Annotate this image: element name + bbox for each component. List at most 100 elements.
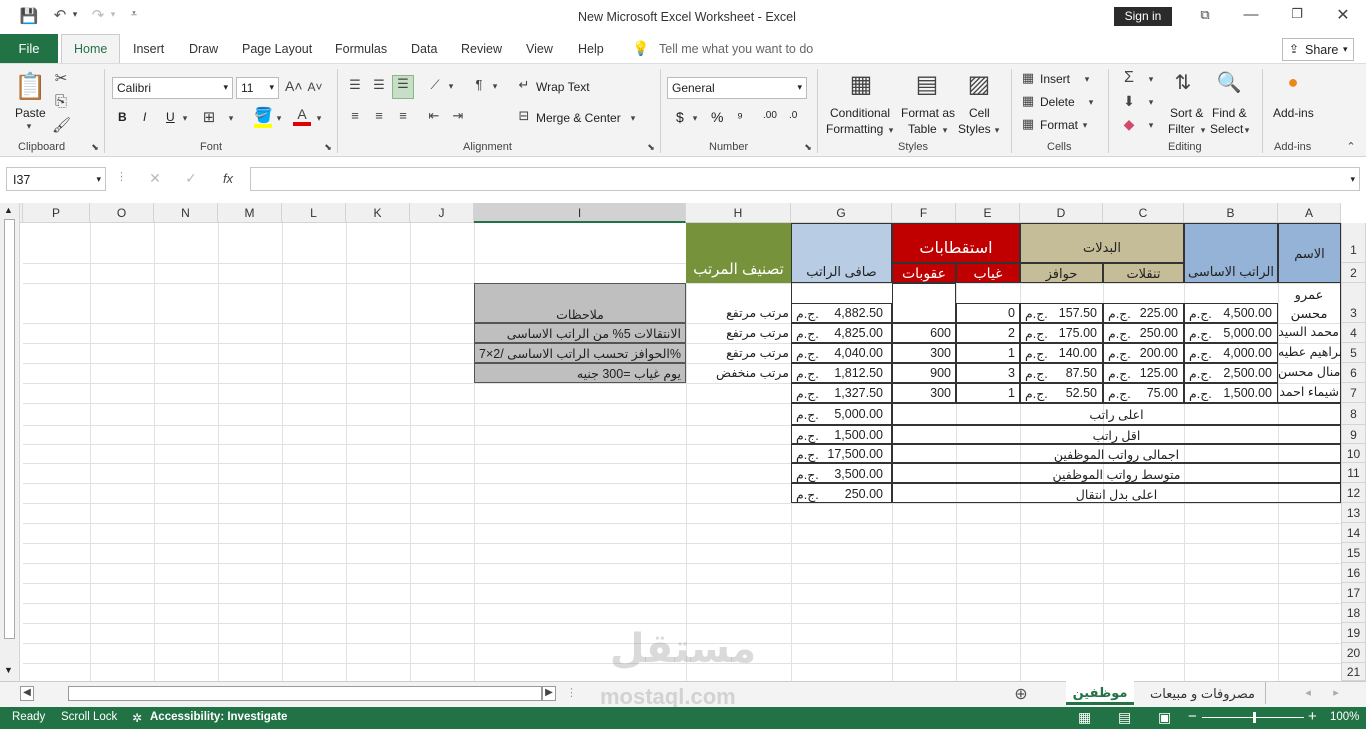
chevron-down-icon[interactable]: ▾ <box>1146 97 1156 108</box>
enter-icon[interactable]: ✓ <box>182 170 200 187</box>
dialog-launcher-icon[interactable]: ⬊ <box>90 142 100 153</box>
undo-icon[interactable]: ↶ <box>50 6 70 24</box>
employee-class[interactable]: مرتب مرتفع <box>686 345 789 360</box>
chevron-down-icon[interactable]: ▾ <box>24 121 34 132</box>
page-break-view-icon[interactable]: ▣ <box>1158 709 1171 726</box>
employee-penalty[interactable]: 600 <box>892 323 956 343</box>
tell-me-search[interactable]: Tell me what you want to do <box>659 42 813 56</box>
find-select-label-2[interactable]: Select <box>1210 122 1243 136</box>
tab-draw[interactable]: Draw <box>189 42 218 56</box>
font-color-icon[interactable]: A <box>293 106 311 126</box>
summary-value[interactable]: ج.م. 3,500.00 <box>791 463 892 483</box>
column-header-j[interactable]: J <box>410 203 474 223</box>
header-absence[interactable]: غياب <box>956 263 1020 283</box>
employee-transport[interactable]: ج.م. 75.00 <box>1103 383 1184 403</box>
row-header-19[interactable]: 19 <box>1341 623 1366 643</box>
find-select-button[interactable]: Find & <box>1212 106 1247 120</box>
collapse-ribbon-icon[interactable]: ⌃ <box>1344 140 1358 153</box>
employee-penalty[interactable]: 300 <box>892 343 956 363</box>
employee-net[interactable]: ج.م. 1,327.50 <box>791 383 892 403</box>
orientation-icon[interactable]: ⟋ <box>426 77 444 93</box>
employee-transport[interactable]: ج.م. 250.00 <box>1103 323 1184 343</box>
format-as-table-button[interactable]: Format as <box>901 106 955 120</box>
column-header-o[interactable]: O <box>90 203 154 223</box>
employee-penalty[interactable] <box>892 283 956 323</box>
decrease-indent-icon[interactable]: ⇤ <box>425 108 443 124</box>
header-basic-salary[interactable]: الراتب الاساسى <box>1184 223 1278 283</box>
summary-label[interactable]: اعلى بدل انتقال <box>892 483 1341 503</box>
column-header-d[interactable]: D <box>1020 203 1103 223</box>
employee-transport[interactable]: ج.م. 125.00 <box>1103 363 1184 383</box>
save-icon[interactable]: 💾 <box>18 7 40 25</box>
text-direction-icon[interactable]: ¶ <box>470 77 488 92</box>
conditional-formatting-label-2[interactable]: Formatting <box>826 122 883 136</box>
wrap-text-icon[interactable]: ↵ <box>515 77 533 93</box>
ribbon-display-icon[interactable]: ⧉ <box>1196 7 1214 23</box>
align-bottom-icon[interactable]: ☰ <box>392 75 414 99</box>
row-header-21[interactable]: 21 <box>1341 663 1366 681</box>
summary-label[interactable]: متوسط رواتب الموظفين <box>892 463 1341 483</box>
employee-class[interactable]: مرتب مرتفع <box>686 325 789 340</box>
increase-indent-icon[interactable]: ⇥ <box>449 108 467 124</box>
chevron-down-icon[interactable]: ▾ <box>1082 74 1092 85</box>
employee-name[interactable]: منال محسن <box>1278 364 1341 379</box>
chevron-down-icon[interactable]: ▾ <box>70 9 80 20</box>
tab-insert[interactable]: Insert <box>133 42 164 56</box>
zoom-slider[interactable] <box>1202 712 1304 723</box>
employee-absence[interactable]: 2 <box>956 323 1020 343</box>
font-name-box[interactable]: Calibri ▾ <box>112 77 233 99</box>
chevron-down-icon[interactable]: ▾ <box>690 113 700 124</box>
row-header-5[interactable]: 5 <box>1341 343 1366 363</box>
cut-icon[interactable]: ✂ <box>52 69 70 87</box>
row-header-9[interactable]: 9 <box>1341 425 1366 444</box>
cell-styles-button[interactable]: Cell <box>969 106 990 120</box>
sheet-scroll-left-icon[interactable]: ◂ <box>1302 686 1314 699</box>
header-salary-class[interactable]: تصنيف المرتب <box>686 223 791 283</box>
sort-filter-icon[interactable]: ⇅ <box>1170 70 1196 95</box>
scroll-thumb[interactable] <box>4 219 15 639</box>
column-header-g[interactable]: G <box>791 203 892 223</box>
zoom-in-icon[interactable]: + <box>1308 708 1317 725</box>
employee-net[interactable]: ج.م. 4,882.50 <box>791 303 892 323</box>
scroll-down-icon[interactable]: ▼ <box>4 665 13 675</box>
employee-absence[interactable]: 0 <box>956 303 1020 323</box>
bold-button[interactable]: B <box>118 110 127 124</box>
chevron-down-icon[interactable]: ▾ <box>1146 120 1156 131</box>
tab-help[interactable]: Help <box>578 42 604 56</box>
cell-styles-icon[interactable]: ▨ <box>964 70 994 99</box>
employee-basic[interactable]: ج.م. 1,500.00 <box>1184 383 1278 403</box>
insert-cells-icon[interactable]: ▦ <box>1020 70 1036 86</box>
insert-cells-button[interactable]: Insert <box>1040 72 1070 86</box>
summary-value[interactable]: ج.م. 250.00 <box>791 483 892 503</box>
normal-view-icon[interactable]: ▦ <box>1078 709 1091 726</box>
employee-incentives[interactable]: ج.م. 87.50 <box>1020 363 1103 383</box>
employee-absence[interactable]: 1 <box>956 383 1020 403</box>
header-allowances[interactable]: البدلات <box>1020 223 1184 263</box>
tab-data[interactable]: Data <box>411 42 437 56</box>
format-painter-icon[interactable]: 🖌 <box>52 116 71 134</box>
chevron-down-icon[interactable]: ▾ <box>226 113 236 124</box>
spreadsheet-grid[interactable]: ▲ ▼ P O N M L K J I H G F E D C B A 1 2 … <box>0 203 1366 681</box>
header-penalties[interactable]: عقوبات <box>892 263 956 283</box>
employee-penalty[interactable]: 900 <box>892 363 956 383</box>
header-name[interactable]: الاسم <box>1278 223 1341 283</box>
font-size-box[interactable]: 11 ▾ <box>236 77 279 99</box>
summary-label[interactable]: اقل راتب <box>892 425 1341 444</box>
row-header-8[interactable]: 8 <box>1341 403 1366 425</box>
scroll-up-icon[interactable]: ▲ <box>4 205 13 215</box>
employee-penalty[interactable]: 300 <box>892 383 956 403</box>
employee-basic[interactable]: ج.م. 2,500.00 <box>1184 363 1278 383</box>
note-2[interactable]: الحوافز تحسب الراتب الاساسى /2×7% <box>474 343 686 363</box>
sort-filter-button[interactable]: Sort & <box>1170 106 1203 120</box>
dialog-launcher-icon[interactable]: ⬊ <box>646 142 656 153</box>
format-cells-button[interactable]: Format <box>1040 118 1078 132</box>
tab-page-layout[interactable]: Page Layout <box>242 42 312 56</box>
sign-in-button[interactable]: Sign in <box>1114 7 1172 26</box>
column-header-k[interactable]: K <box>346 203 410 223</box>
align-left-icon[interactable]: ≡ <box>346 108 364 123</box>
employee-name[interactable]: ابراهيم عطيه <box>1278 344 1341 359</box>
row-header-6[interactable]: 6 <box>1341 363 1366 383</box>
dialog-launcher-icon[interactable]: ⬊ <box>803 142 813 153</box>
horizontal-scrollbar[interactable] <box>68 686 542 701</box>
column-header-p[interactable]: P <box>23 203 90 223</box>
